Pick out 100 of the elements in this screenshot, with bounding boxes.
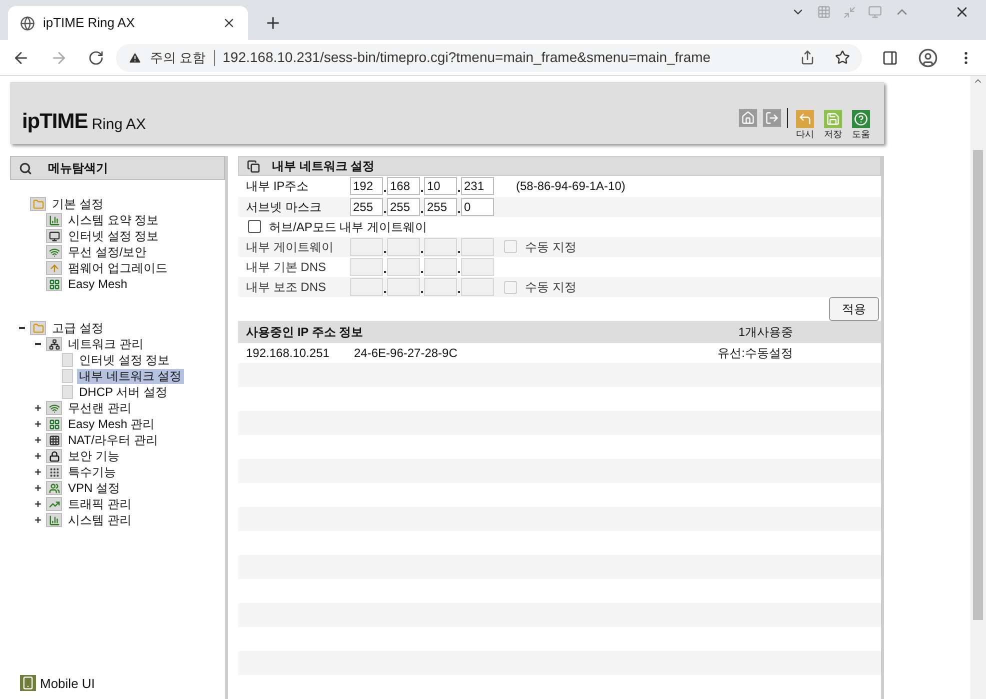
browser-tab[interactable]: ipTIME Ring AX bbox=[8, 6, 248, 40]
phone-icon bbox=[20, 675, 36, 692]
model-name: Ring AX bbox=[92, 117, 146, 132]
field-label: 내부 게이트웨이 bbox=[246, 238, 334, 256]
folder-icon bbox=[30, 197, 46, 211]
dot-separator bbox=[421, 250, 423, 253]
menu-item[interactable]: 무선랜 관리 bbox=[66, 400, 134, 416]
menu-item[interactable]: Easy Mesh 관리 bbox=[66, 416, 157, 432]
lock-icon bbox=[46, 449, 62, 463]
checkbox[interactable] bbox=[248, 220, 261, 234]
toolbar-button[interactable]: 저장 bbox=[822, 110, 844, 140]
address-bar[interactable]: 주의 요함 192.168.10.231/sess-bin/timepro.cgi?tmenu=main_frame&smenu=main_frame bbox=[116, 44, 862, 72]
checkbox-label: 허브/AP모드 내부 게이트웨이 bbox=[269, 218, 428, 236]
ip-octet-field[interactable]: 231 bbox=[461, 177, 494, 196]
expand-toggle[interactable] bbox=[34, 420, 42, 428]
dot-separator bbox=[458, 250, 460, 253]
scrollbar[interactable] bbox=[970, 76, 986, 699]
menu-item[interactable]: VPN 설정 bbox=[66, 480, 122, 496]
menu-item[interactable]: 기본 설정 bbox=[50, 196, 106, 212]
dot-separator bbox=[421, 270, 423, 273]
expand-toggle[interactable] bbox=[34, 468, 42, 476]
page-icon bbox=[62, 353, 73, 367]
reload-icon[interactable] bbox=[88, 50, 104, 66]
dot-separator bbox=[421, 291, 423, 294]
ip-octet-field[interactable]: 255 bbox=[424, 198, 457, 216]
side-panel-icon[interactable] bbox=[882, 50, 898, 66]
dot-separator bbox=[458, 190, 460, 192]
menu-item[interactable]: 네트워크 관리 bbox=[66, 336, 146, 352]
bookmark-icon[interactable] bbox=[835, 50, 850, 65]
menu-item[interactable]: 보안 기능 bbox=[66, 448, 122, 464]
dot-separator bbox=[458, 210, 460, 213]
dot-separator bbox=[458, 291, 460, 294]
new-tab-icon[interactable] bbox=[264, 14, 282, 32]
menu-item[interactable]: 시스템 관리 bbox=[66, 512, 134, 528]
menu-item[interactable]: 시스템 요약 정보 bbox=[66, 212, 161, 228]
expand-toggle[interactable] bbox=[34, 484, 42, 492]
profile-icon[interactable] bbox=[918, 48, 938, 68]
ip-octet-field[interactable]: 10 bbox=[424, 177, 457, 196]
nat-icon bbox=[46, 433, 62, 447]
traffic-icon bbox=[46, 497, 62, 511]
grid-icon[interactable] bbox=[817, 5, 831, 19]
tab-title: ipTIME Ring AX bbox=[43, 14, 136, 32]
dot-separator bbox=[384, 210, 386, 213]
monitor-icon bbox=[46, 229, 62, 243]
expand-toggle[interactable] bbox=[34, 500, 42, 508]
menu-item[interactable]: 내부 네트워크 설정 bbox=[77, 368, 184, 384]
toolbar-button[interactable]: 다시 bbox=[794, 110, 816, 140]
apply-button[interactable]: 적용 bbox=[829, 297, 879, 322]
menu-item[interactable]: 특수기능 bbox=[66, 464, 118, 480]
folder-icon bbox=[30, 321, 46, 335]
monitor-icon[interactable] bbox=[868, 5, 882, 19]
expand-toggle[interactable] bbox=[34, 516, 42, 524]
security-label: 주의 요함 bbox=[150, 48, 206, 67]
windows-icon bbox=[247, 160, 260, 173]
table-title: 사용중인 IP 주소 정보 bbox=[246, 324, 364, 341]
ip-octet-field[interactable]: 192 bbox=[350, 177, 383, 196]
upgrade-icon bbox=[46, 261, 62, 275]
ip-octet-field[interactable]: 255 bbox=[350, 198, 383, 216]
mobile-ui-link[interactable]: Mobile UI bbox=[20, 674, 225, 693]
logout-icon[interactable] bbox=[763, 109, 781, 127]
toolbar-button[interactable]: 도움 bbox=[850, 110, 872, 140]
wifi-icon bbox=[46, 245, 62, 259]
menu-item[interactable]: 인터넷 설정 정보 bbox=[77, 352, 172, 368]
expand-toggle[interactable] bbox=[34, 436, 42, 444]
ip-octet-field[interactable]: 255 bbox=[387, 198, 420, 216]
dot-separator bbox=[421, 210, 423, 213]
share-icon[interactable] bbox=[800, 50, 815, 65]
dot-separator bbox=[421, 190, 423, 192]
ip-octet-field[interactable]: 168 bbox=[387, 177, 420, 196]
page-icon bbox=[62, 369, 73, 383]
usage-count: 1개사용중 bbox=[738, 324, 793, 341]
field-label: 내부 기본 DNS bbox=[246, 258, 328, 276]
table-cell-text: 192.168.10.251 bbox=[246, 344, 330, 362]
menu-item[interactable]: 무선 설정/보안 bbox=[66, 244, 149, 260]
menu-item[interactable]: NAT/라우터 관리 bbox=[66, 432, 160, 448]
sidebar-title: 메뉴탐색기 bbox=[48, 160, 108, 177]
expand-toggle[interactable] bbox=[34, 452, 42, 460]
expand-toggle[interactable] bbox=[34, 404, 42, 412]
menu-item[interactable]: DHCP 서버 설정 bbox=[77, 384, 170, 400]
menu-item[interactable]: 펌웨어 업그레이드 bbox=[66, 260, 170, 276]
dot-separator bbox=[384, 190, 386, 192]
menu-item[interactable]: 트래픽 관리 bbox=[66, 496, 134, 512]
ip-octet-field[interactable]: 0 bbox=[461, 198, 494, 216]
menu-item[interactable]: 인터넷 설정 정보 bbox=[66, 228, 161, 244]
close-icon[interactable] bbox=[222, 16, 236, 30]
menu-item[interactable]: Easy Mesh bbox=[66, 276, 130, 292]
chart-icon bbox=[46, 213, 62, 227]
dot-separator bbox=[384, 291, 386, 294]
vpn-icon bbox=[46, 481, 62, 495]
section-title: 내부 네트워크 설정 bbox=[272, 158, 375, 176]
mac-address: (58-86-94-69-1A-10) bbox=[516, 178, 626, 196]
menu-item[interactable]: 고급 설정 bbox=[50, 320, 106, 336]
checkbox-label: 수동 지정 bbox=[525, 238, 576, 256]
field-label: 서브넷 마스크 bbox=[246, 198, 322, 216]
warning-icon bbox=[128, 50, 142, 64]
shrink-icon[interactable] bbox=[843, 6, 856, 18]
home-icon[interactable] bbox=[739, 109, 757, 127]
mesh-icon bbox=[46, 277, 62, 291]
url-text: 192.168.10.231/sess-bin/timepro.cgi?tmenu=main_frame&smenu=main_frame bbox=[222, 48, 711, 67]
field-label: 내부 보조 DNS bbox=[246, 279, 328, 296]
